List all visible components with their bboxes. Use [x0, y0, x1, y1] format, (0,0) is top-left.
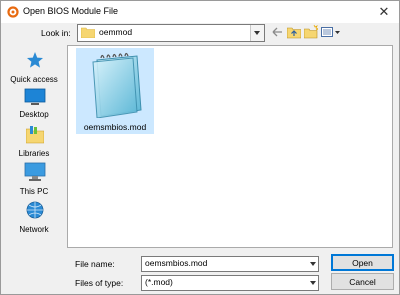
look-in-dropdown[interactable]: oemmod	[77, 24, 265, 42]
place-libraries[interactable]: Libraries	[5, 125, 63, 161]
place-network[interactable]: Network	[5, 200, 63, 236]
cancel-button[interactable]: Cancel	[331, 273, 394, 290]
desktop-icon	[24, 88, 46, 105]
file-item[interactable]: oemsmbios.mod	[76, 48, 154, 134]
file-type-label: Files of type:	[75, 278, 124, 288]
look-in-value: oemmod	[99, 27, 133, 37]
window-title: Open BIOS Module File	[23, 6, 119, 16]
view-menu-icon[interactable]	[321, 24, 341, 40]
folder-icon	[81, 27, 95, 38]
open-button[interactable]: Open	[331, 254, 394, 271]
open-file-dialog: Open BIOS Module File ✕ Look in: oemmod …	[0, 0, 400, 295]
chevron-down-icon[interactable]	[307, 257, 318, 271]
chevron-down-icon[interactable]	[307, 276, 318, 290]
file-type-dropdown[interactable]: (*.mod)	[141, 275, 319, 291]
look-in-label: Look in:	[41, 28, 71, 38]
libraries-icon	[26, 126, 44, 144]
file-type-value: (*.mod)	[145, 277, 173, 287]
close-button[interactable]: ✕	[369, 1, 399, 23]
new-folder-icon[interactable]	[304, 24, 318, 40]
places-bar: Quick access Desktop Libraries This PC N…	[5, 45, 63, 243]
place-quick-access[interactable]: Quick access	[5, 51, 63, 87]
file-name: oemsmbios.mod	[83, 122, 147, 132]
chevron-down-icon[interactable]	[250, 25, 264, 41]
up-folder-icon[interactable]	[287, 24, 301, 40]
network-icon	[26, 201, 44, 219]
star-icon	[27, 52, 43, 68]
file-name-label: File name:	[75, 259, 115, 269]
app-icon	[7, 6, 19, 18]
file-name-value: oemsmbios.mod	[145, 258, 208, 268]
title-bar[interactable]: Open BIOS Module File ✕	[1, 1, 399, 23]
file-list[interactable]: oemsmbios.mod	[67, 45, 393, 248]
file-name-field[interactable]: oemsmbios.mod	[141, 256, 319, 272]
computer-icon	[24, 162, 46, 181]
place-this-pc[interactable]: This PC	[5, 162, 63, 198]
notepad-file-icon	[92, 52, 142, 118]
place-label: Quick access	[10, 75, 58, 84]
back-arrow-icon[interactable]	[271, 24, 283, 40]
place-label: This PC	[19, 187, 49, 196]
place-label: Network	[19, 225, 49, 234]
place-label: Libraries	[18, 149, 50, 158]
place-desktop[interactable]: Desktop	[5, 87, 63, 123]
place-label: Desktop	[19, 110, 49, 119]
